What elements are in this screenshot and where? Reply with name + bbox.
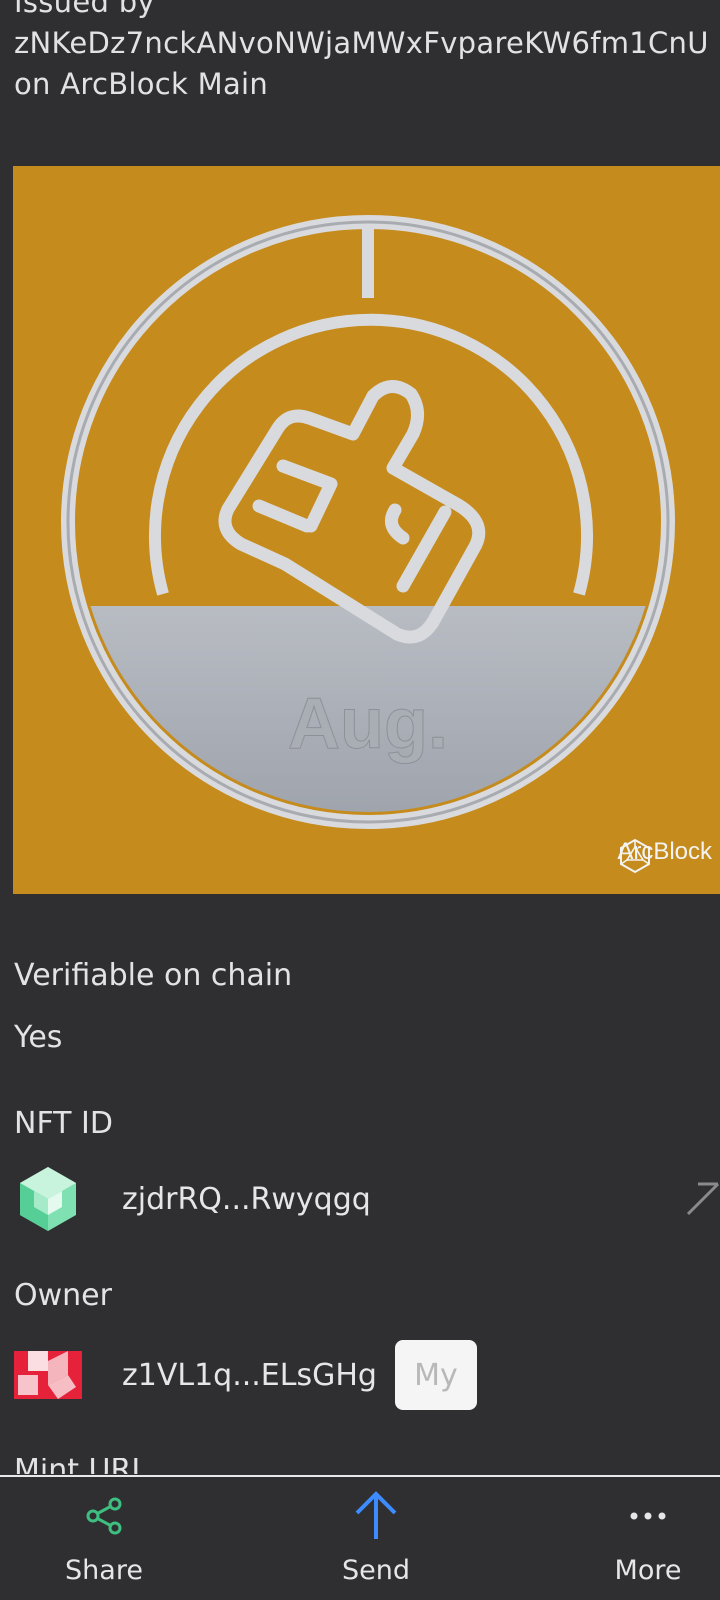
nft-id-row[interactable]: zjdrRQ...Rwyqgq: [14, 1164, 720, 1234]
more-dots-icon: [630, 1512, 666, 1520]
owner-row[interactable]: z1VL1q...ELsGHg My: [14, 1340, 720, 1410]
owner-value: z1VL1q...ELsGHg: [122, 1357, 377, 1393]
mint-url-label: Mint URL: [14, 1458, 148, 1474]
verifiable-label: Verifiable on chain: [14, 958, 293, 993]
verifiable-value: Yes: [14, 1020, 63, 1055]
bottom-action-bar: Share Send More: [0, 1475, 720, 1600]
send-label: Send: [341, 1555, 410, 1586]
badge-month-text: Aug.: [288, 684, 448, 764]
nft-id-label: NFT ID: [14, 1106, 113, 1141]
badge-artwork: Aug.: [61, 215, 675, 829]
share-label: Share: [65, 1555, 143, 1586]
owner-label: Owner: [14, 1278, 112, 1313]
send-button[interactable]: Send: [286, 1477, 466, 1600]
nft-badge-image[interactable]: Aug. ArcBlock: [13, 166, 720, 894]
more-button[interactable]: More: [558, 1477, 720, 1600]
send-arrow-icon: [355, 1491, 397, 1539]
arcblock-brand: ArcBlock: [617, 838, 712, 874]
owner-avatar: [14, 1351, 82, 1399]
open-link-icon[interactable]: [686, 1180, 720, 1216]
share-icon: [86, 1497, 122, 1535]
share-button[interactable]: Share: [14, 1477, 194, 1600]
nft-id-avatar: [20, 1167, 76, 1231]
nft-id-value: zjdrRQ...Rwyqgq: [122, 1181, 371, 1217]
more-label: More: [614, 1555, 682, 1586]
arcblock-logo-icon: [620, 838, 651, 874]
issuer-text: Issued by zNKeDz7nckANvoNWjaMWxFvpareKW6…: [14, 0, 709, 101]
my-tag: My: [394, 1340, 477, 1410]
